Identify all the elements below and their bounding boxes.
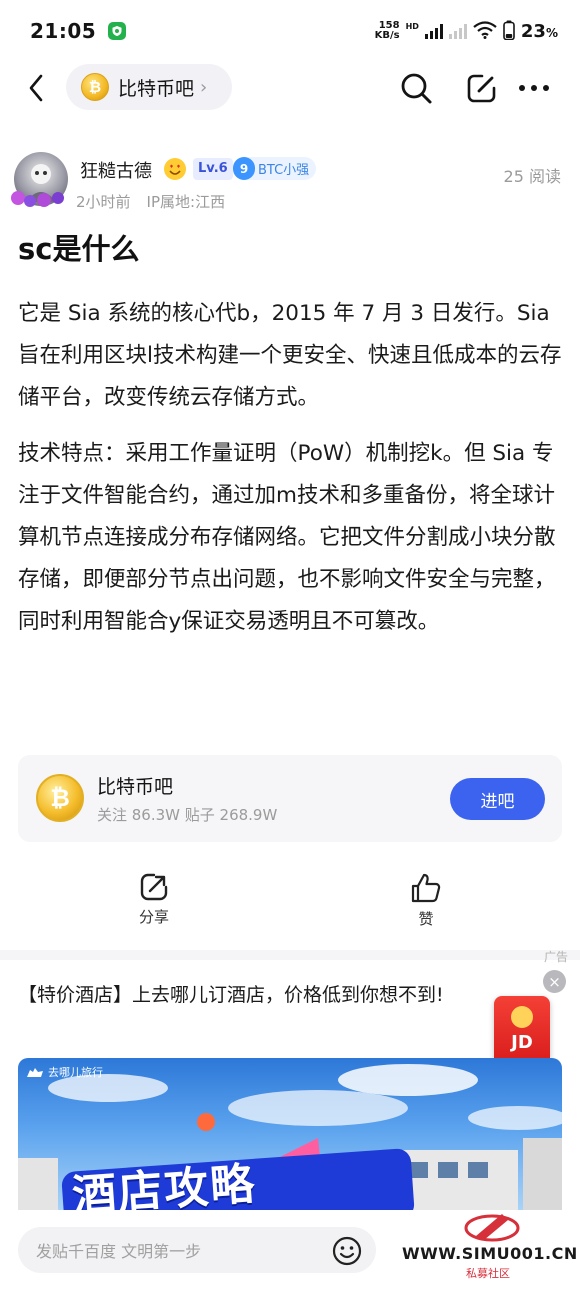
chevron-right-icon: ›: [200, 76, 208, 98]
read-count: 25 阅读: [503, 167, 561, 186]
like-button[interactable]: 赞: [386, 872, 466, 929]
envelope-seal-icon: [511, 1006, 533, 1028]
back-arrow-icon: [29, 74, 43, 102]
more-dots-icon: [519, 85, 549, 91]
avatar-frame-decoration: [11, 191, 64, 207]
share-button[interactable]: 分享: [114, 872, 194, 927]
forum-pill-name: 比特币吧: [118, 77, 195, 100]
post-body: 它是 Sia 系统的核心代b，2015 年 7 月 3 日发行。Sia 旨在利用…: [18, 293, 563, 657]
forum-card[interactable]: ₿ 比特币吧 关注 86.3W 贴子 268.9W 进吧: [18, 755, 562, 842]
camel-logo-icon: [27, 1068, 43, 1077]
hd-label: HD: [405, 21, 419, 31]
post-time: 2小时前: [76, 193, 131, 211]
forum-card-name: 比特币吧: [97, 776, 174, 798]
back-button[interactable]: [20, 68, 52, 108]
watermark-url: WWW.SIMU001.CN: [402, 1244, 578, 1263]
battery-percent: 23%: [520, 20, 558, 42]
heart-eyes-emoji-icon: [164, 158, 186, 180]
bitcoin-coin-icon: ₿: [81, 73, 109, 101]
signal-icon: [424, 23, 443, 39]
ad-banner-image[interactable]: 去哪儿旅行 酒店攻略: [18, 1058, 562, 1210]
post-meta: 2小时前 IP属地:江西: [76, 191, 225, 212]
ad-brand: 去哪儿旅行: [26, 1064, 103, 1080]
post-paragraph: 它是 Sia 系统的核心代b，2015 年 7 月 3 日发行。Sia 旨在利用…: [18, 301, 562, 410]
fan-badge: 9 BTC小强: [233, 157, 317, 180]
net-speed: 158 KB/s: [375, 21, 400, 41]
wifi-icon: [473, 20, 497, 42]
compose-button[interactable]: [462, 68, 502, 108]
bitcoin-coin-icon: ₿: [36, 774, 84, 822]
forum-pill[interactable]: ₿ 比特币吧 ›: [66, 64, 232, 110]
edit-icon: [467, 74, 496, 103]
post-title: sc是什么: [18, 232, 140, 266]
level-badge: Lv.6: [193, 158, 233, 180]
ad-title[interactable]: 【特价酒店】上去哪儿订酒店，价格低到你想不到!: [18, 978, 508, 1012]
watermark: WWW.SIMU001.CN 私募社区: [402, 1244, 578, 1281]
signal-secondary-icon: [448, 23, 467, 39]
ad-brand-name: 去哪儿旅行: [48, 1066, 103, 1079]
watermark-sub: 私募社区: [466, 1267, 510, 1280]
net-speed-unit: KB/s: [374, 30, 400, 41]
status-time: 21:05: [30, 19, 97, 43]
top-nav: ₿ 比特币吧 ›: [0, 62, 580, 114]
ad-close-button[interactable]: ×: [543, 970, 566, 993]
share-icon: [140, 873, 168, 901]
ad-tag: 广告: [543, 950, 568, 964]
search-icon: [401, 73, 432, 104]
like-label: 赞: [418, 910, 434, 928]
reply-input[interactable]: 发贴千百度 文明第一步: [18, 1227, 376, 1273]
emoji-button[interactable]: [332, 1236, 362, 1266]
battery-icon: [503, 20, 515, 43]
status-bar: 21:05 158 KB/s HD 23%: [0, 0, 580, 62]
status-indicators: 158 KB/s HD 23%: [375, 20, 558, 43]
more-button[interactable]: [514, 68, 554, 108]
forum-card-stats: 关注 86.3W 贴子 268.9W: [97, 806, 278, 824]
watermark-logo-icon: [464, 1214, 520, 1242]
section-divider: [0, 950, 580, 960]
author-name[interactable]: 狂糙古德: [80, 157, 152, 183]
ip-location: IP属地:江西: [146, 193, 226, 211]
fan-title: BTC小强: [258, 163, 310, 178]
post-paragraph: 技术特点：采用工作量证明（PoW）机制挖k。但 Sia 专注于文件智能合约，通过…: [18, 441, 556, 634]
search-button[interactable]: [396, 68, 436, 108]
shield-app-icon: [108, 22, 127, 40]
fan-level: 9: [233, 157, 255, 180]
jd-label: JD: [511, 1032, 533, 1053]
smiley-icon: [332, 1236, 362, 1266]
join-forum-button[interactable]: 进吧: [450, 778, 545, 820]
thumbs-up-icon: [411, 873, 441, 903]
share-label: 分享: [138, 908, 169, 926]
